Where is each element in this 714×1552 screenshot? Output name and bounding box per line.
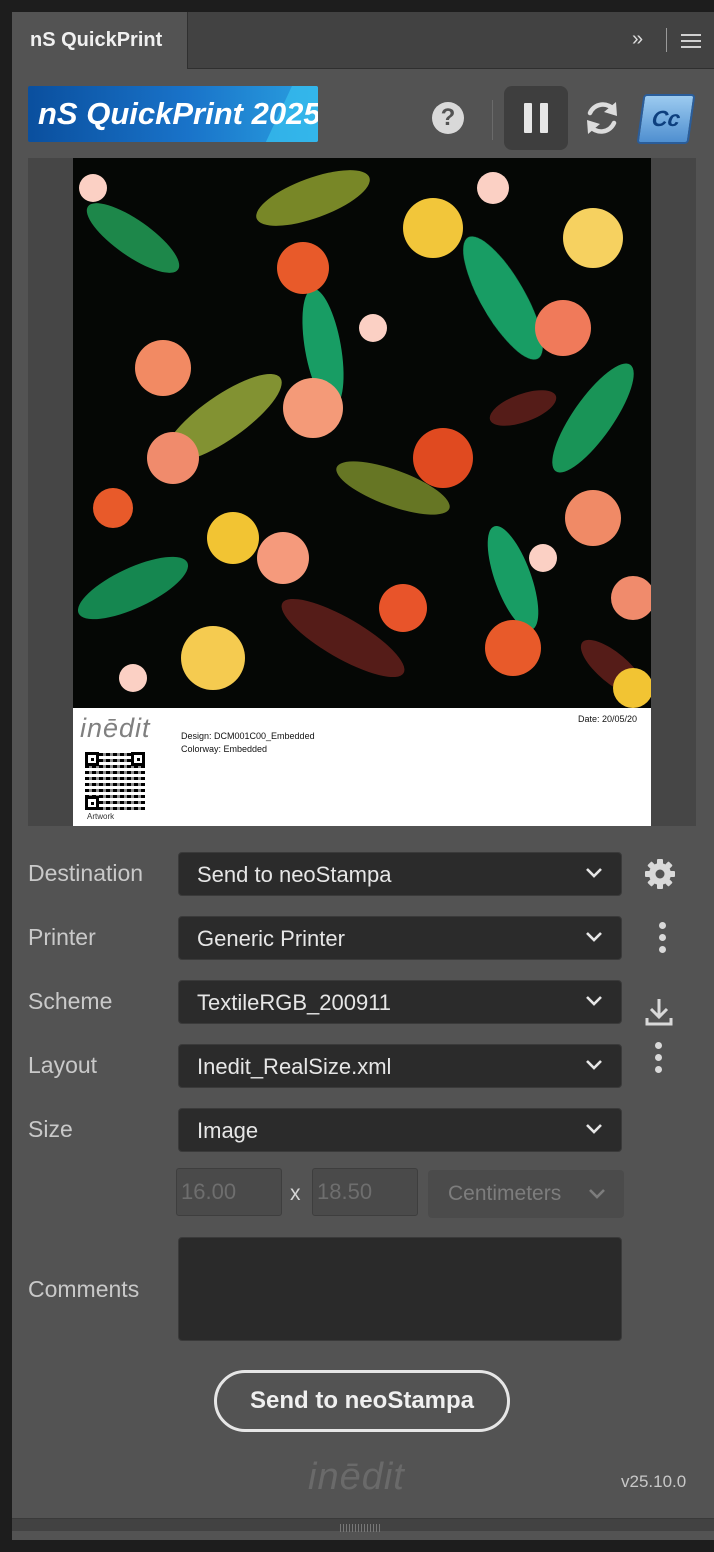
pause-icon [524,103,532,133]
chevron-down-icon [586,1124,602,1134]
design-info: Design: DCM001C00_Embedded Colorway: Emb… [181,730,315,756]
layout-info-strip: inēdit Artwork Design: DCM001C00_Embedde… [73,708,651,826]
tab-separator [666,28,667,52]
help-icon[interactable]: ? [432,102,464,134]
hamburger-icon[interactable] [681,30,701,52]
printer-more-icon[interactable] [659,922,667,958]
logo-text: nS QuickPrint 2025 [38,96,318,131]
layout-label: Layout [28,1052,98,1078]
printer-value: Generic Printer [197,926,345,951]
layout-more-icon[interactable] [655,1042,663,1078]
version-label: v25.10.0 [621,1472,687,1491]
chevron-down-icon [586,868,602,878]
toolbar-divider [492,100,493,140]
units-dropdown[interactable]: Centimeters [428,1170,624,1218]
quickprint-logo: nS QuickPrint 2025 [28,86,318,142]
height-field[interactable]: 18.50 [312,1168,418,1216]
print-preview: inēdit Artwork Design: DCM001C00_Embedde… [28,158,696,826]
expand-panel-icon[interactable]: » [632,12,643,68]
pause-button[interactable] [504,86,568,150]
refresh-icon[interactable] [582,96,622,140]
inedit-footer-logo: inēdit [308,1456,405,1498]
width-field[interactable]: 16.00 [176,1168,282,1216]
chevron-down-icon [589,1189,605,1199]
comments-textarea[interactable] [178,1237,622,1341]
chevron-down-icon [586,996,602,1006]
comments-label: Comments [28,1276,140,1302]
units-value: Centimeters [448,1182,562,1205]
size-label: Size [28,1116,73,1142]
chevron-down-icon [586,932,602,942]
floral-artwork-image [73,158,651,708]
layout-dropdown[interactable]: Inedit_RealSize.xml [178,1044,622,1088]
preview-page: inēdit Artwork Design: DCM001C00_Embedde… [73,158,651,826]
design-line: Design: DCM001C00_Embedded [181,731,315,741]
scheme-value: TextileRGB_200911 [197,990,392,1015]
layout-value: Inedit_RealSize.xml [197,1054,392,1079]
size-dropdown[interactable]: Image [178,1108,622,1152]
chevron-down-icon [586,1060,602,1070]
resize-grip[interactable] [340,1524,380,1532]
printer-label: Printer [28,924,96,950]
tab-quickprint[interactable]: nS QuickPrint [12,12,188,69]
date-line: Date: 20/05/20 [578,714,638,724]
dimension-separator: x [290,1182,301,1205]
scheme-label: Scheme [28,988,113,1014]
download-icon[interactable] [644,997,674,1027]
inedit-brand: inēdit [80,713,151,743]
qr-caption: Artwork [87,812,115,821]
destination-value: Send to neoStampa [197,862,392,887]
scheme-dropdown[interactable]: TextileRGB_200911 [178,980,622,1024]
send-to-neostampa-button[interactable]: Send to neoStampa [214,1370,510,1432]
destination-label: Destination [28,860,144,886]
gear-icon[interactable] [644,858,676,890]
quickprint-panel: nS QuickPrint » nS QuickPrint 2025 ? Cc [12,12,714,1540]
creative-cloud-icon[interactable]: Cc [636,94,696,144]
destination-dropdown[interactable]: Send to neoStampa [178,852,622,896]
colorway-line: Colorway: Embedded [181,744,268,754]
size-value: Image [197,1118,259,1143]
printer-dropdown[interactable]: Generic Printer [178,916,622,960]
panel-tab-bar: nS QuickPrint » [12,12,714,69]
